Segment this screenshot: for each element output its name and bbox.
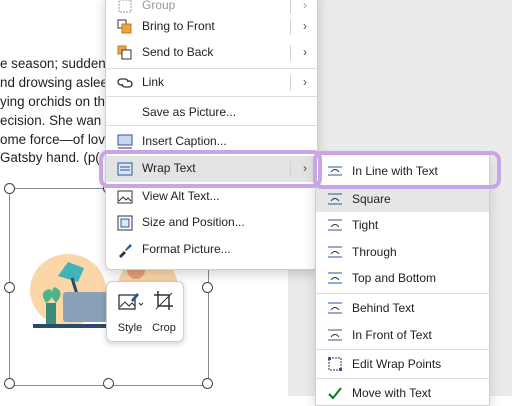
document-text-line: ying orchids on th	[0, 94, 105, 109]
submenu-item-label: Move with Text	[352, 386, 432, 400]
submenu-item-label: Through	[352, 245, 397, 259]
submenu-item-label: Tight	[352, 218, 379, 232]
menu-item-link[interactable]: Link ›	[106, 70, 317, 96]
submenu-item-top-and-bottom[interactable]: Top and Bottom	[316, 265, 489, 291]
menu-item-label: Bring to Front	[142, 19, 215, 33]
submenu-item-tight[interactable]: Tight	[316, 212, 489, 238]
picture-style-icon	[118, 293, 143, 310]
style-label: Style	[117, 322, 143, 334]
format-picture-icon	[119, 244, 132, 258]
resize-handle[interactable]	[4, 183, 15, 194]
link-icon	[117, 78, 133, 88]
through-wrap-icon	[328, 246, 342, 258]
menu-item-label: Send to Back	[142, 45, 214, 59]
crop-label: Crop	[152, 322, 176, 334]
menu-separator	[106, 68, 317, 69]
resize-handle[interactable]	[103, 378, 114, 389]
chevron-right-icon: ›	[303, 45, 307, 59]
checkmark-icon	[328, 387, 342, 400]
submenu-separator	[316, 378, 489, 379]
alt-text-icon	[117, 190, 133, 204]
insert-caption-icon	[117, 134, 133, 149]
menu-item-save-as-picture[interactable]: Save as Picture...	[106, 100, 317, 126]
crop-icon	[154, 291, 173, 310]
crop-button[interactable]: Crop	[147, 287, 181, 337]
top-bottom-wrap-icon	[328, 272, 342, 284]
submenu-item-behind-text[interactable]: Behind Text	[316, 295, 489, 321]
menu-separator	[106, 96, 317, 97]
menu-item-label: Format Picture...	[142, 242, 231, 256]
divider	[290, 0, 291, 14]
menu-item-format-picture[interactable]: Format Picture...	[106, 237, 317, 263]
menu-separator	[106, 125, 317, 126]
submenu-separator	[316, 349, 489, 350]
divider	[290, 19, 291, 35]
wrap-text-submenu: In Line with Text Square Tight Through T…	[315, 154, 490, 406]
submenu-item-label: Behind Text	[352, 301, 415, 315]
menu-item-send-to-back[interactable]: Send to Back ›	[106, 40, 317, 66]
menu-item-label: View Alt Text...	[142, 189, 220, 203]
document-text-line: Gatsby hand. (p(	[0, 150, 100, 165]
menu-item-size-and-position[interactable]: Size and Position...	[106, 210, 317, 236]
resize-handle[interactable]	[4, 282, 15, 293]
menu-item-label: Group	[142, 0, 176, 12]
divider	[290, 45, 291, 61]
style-button[interactable]: Style	[113, 287, 147, 337]
submenu-item-label: In Front of Text	[352, 328, 432, 342]
menu-item-label: Save as Picture...	[142, 105, 237, 119]
behind-text-icon	[328, 302, 342, 314]
resize-handle[interactable]	[202, 378, 213, 389]
in-front-of-text-icon	[328, 329, 342, 341]
size-position-icon	[117, 215, 133, 231]
submenu-item-through[interactable]: Through	[316, 239, 489, 265]
submenu-item-label: Edit Wrap Points	[352, 357, 442, 371]
group-icon	[118, 0, 132, 13]
submenu-item-in-front-of-text[interactable]: In Front of Text	[316, 322, 489, 348]
chevron-right-icon: ›	[303, 19, 307, 33]
submenu-separator	[316, 293, 489, 294]
menu-item-label: Link	[142, 75, 165, 89]
resize-handle[interactable]	[4, 378, 15, 389]
mini-toolbar: Style Crop	[106, 281, 184, 342]
submenu-item-label: Top and Bottom	[352, 271, 437, 285]
submenu-item-move-with-text[interactable]: Move with Text	[316, 380, 489, 406]
highlight-ring-wrap-text	[99, 150, 322, 188]
document-text-line: ome force—of lov	[0, 132, 105, 147]
bring-to-front-icon	[117, 19, 132, 34]
resize-handle[interactable]	[202, 282, 213, 293]
tight-wrap-icon	[328, 219, 342, 231]
menu-item-label: Size and Position...	[142, 215, 245, 229]
document-text-line: ecision. She wan	[0, 113, 102, 128]
divider	[290, 75, 291, 91]
square-wrap-icon	[328, 193, 342, 205]
submenu-item-label: Square	[352, 192, 391, 206]
menu-item-label: Insert Caption...	[142, 134, 227, 148]
edit-wrap-points-icon	[328, 357, 342, 371]
chevron-right-icon: ›	[303, 75, 307, 89]
submenu-item-edit-wrap-points[interactable]: Edit Wrap Points	[316, 351, 489, 377]
document-text-line: e season; sudden	[0, 56, 106, 71]
highlight-ring-in-line-with-text	[313, 151, 501, 189]
context-menu: Group › Bring to Front › Send to Back › …	[105, 0, 318, 270]
send-to-back-icon	[117, 45, 132, 60]
submenu-item-square[interactable]: Square	[316, 186, 489, 212]
document-text-line: nd drowsing aslee	[0, 75, 108, 90]
chevron-right-icon: ›	[303, 0, 307, 12]
menu-item-bring-to-front[interactable]: Bring to Front ›	[106, 14, 317, 40]
